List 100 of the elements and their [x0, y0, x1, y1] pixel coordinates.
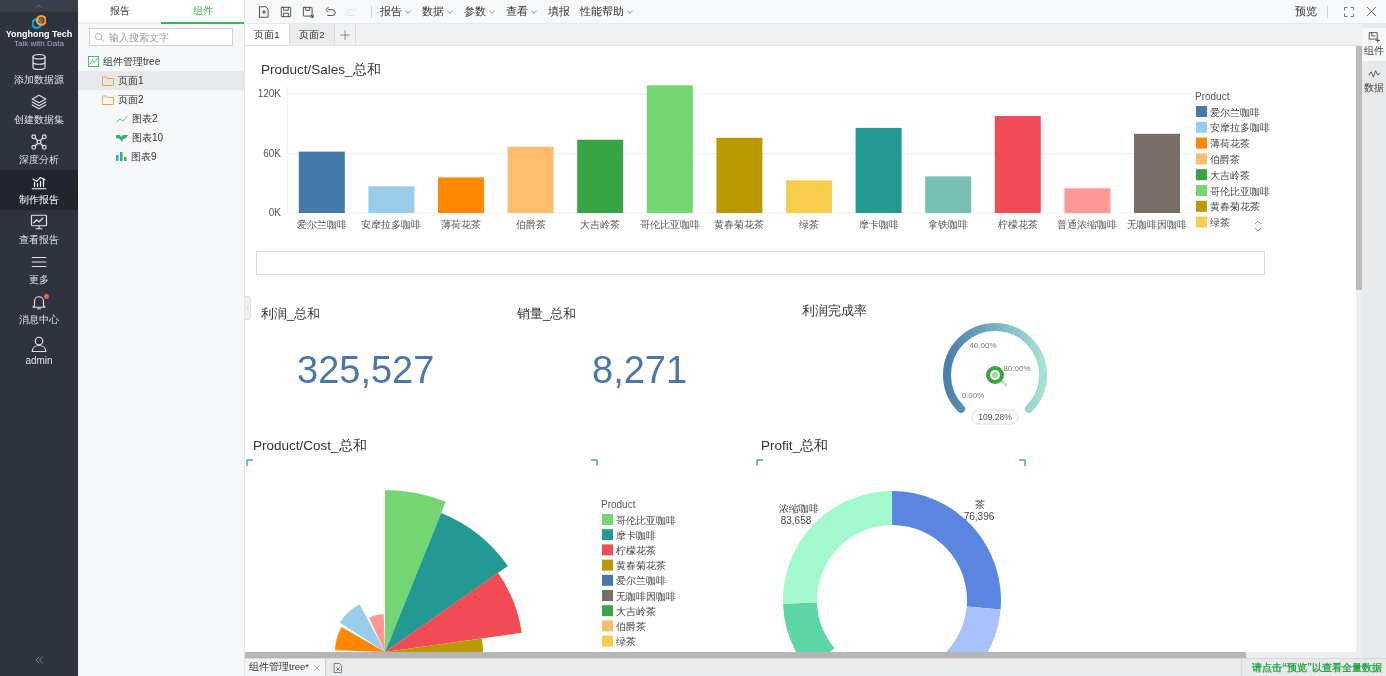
legend-item[interactable]: 哥伦比亚咖啡: [602, 514, 676, 526]
bar[interactable]: [298, 151, 345, 213]
kpi-value: 325,527: [297, 349, 435, 392]
donut-slice[interactable]: [892, 491, 1001, 610]
legend-item[interactable]: 黄春菊花茶: [602, 559, 666, 572]
panel-tab[interactable]: 报告: [78, 0, 161, 24]
horizontal-scrollbar[interactable]: [245, 652, 1362, 658]
chevron-left-icon: [245, 304, 250, 312]
collapse-handle[interactable]: [245, 296, 251, 320]
axis-label: 哥伦比亚咖啡: [639, 219, 700, 230]
nav-item[interactable]: 制作报告: [0, 170, 78, 210]
legend-item[interactable]: 绿茶: [602, 635, 636, 648]
legend-item[interactable]: 伯爵茶: [602, 620, 646, 632]
rose-slice[interactable]: [339, 604, 385, 652]
nav-item[interactable]: 更多: [0, 250, 78, 290]
rose-slice[interactable]: [385, 490, 446, 652]
donut-slice[interactable]: [783, 602, 835, 652]
nav-item[interactable]: admin: [0, 330, 78, 370]
bar[interactable]: [716, 137, 763, 213]
bar[interactable]: [577, 139, 624, 213]
preview-button[interactable]: 预览: [1295, 4, 1317, 19]
rose-slice[interactable]: [335, 627, 385, 652]
legend-item[interactable]: 哥伦比亚咖啡: [1196, 185, 1270, 197]
slice-value: 76,396: [963, 511, 995, 522]
legend-item[interactable]: 伯爵茶: [1196, 153, 1240, 165]
bar[interactable]: [925, 176, 972, 213]
side-tab[interactable]: 数据: [1362, 65, 1386, 98]
nav-item[interactable]: 深度分析: [0, 130, 78, 170]
menu-button[interactable]: 性能帮助: [580, 4, 634, 19]
rose-slice[interactable]: [368, 614, 385, 652]
nav-item[interactable]: 添加数据源: [0, 50, 78, 90]
legend-item[interactable]: 爱尔兰咖啡: [1196, 106, 1260, 118]
corner-bracket-icon: [246, 459, 254, 467]
page-tab[interactable]: 页面2: [290, 24, 335, 45]
collapse-up-button[interactable]: [0, 0, 78, 12]
menu-button[interactable]: 查看: [506, 4, 538, 19]
scroll-arrows-icon[interactable]: [1254, 220, 1262, 232]
legend-item[interactable]: 柠檬花茶: [602, 544, 656, 556]
legend-item[interactable]: 爱尔兰咖啡: [602, 574, 666, 587]
page-tab[interactable]: 页面1: [245, 24, 290, 45]
bar[interactable]: [855, 127, 902, 213]
empty-component-box[interactable]: [256, 251, 1265, 275]
nav-item[interactable]: 创建数据集: [0, 90, 78, 130]
vertical-scrollbar[interactable]: [1356, 46, 1362, 652]
tree-item[interactable]: 组件管理tree: [78, 52, 244, 71]
nav-item[interactable]: 消息中心: [0, 290, 78, 330]
caret-icon: [488, 7, 496, 16]
document-tab[interactable]: 组件管理tree*: [245, 659, 327, 676]
axis-label: 绿茶: [799, 219, 819, 230]
collapse-sidebar-button[interactable]: [33, 654, 45, 666]
axis-label: 薄荷花茶: [441, 219, 481, 230]
gauge-reading: 109.28%: [971, 409, 1019, 425]
menu-button[interactable]: 数据: [422, 4, 454, 19]
nav-item[interactable]: 查看报告: [0, 210, 78, 250]
axis-label: 普通浓缩咖啡: [1057, 219, 1118, 230]
legend-item[interactable]: 绿茶: [1196, 216, 1230, 229]
search-icon: [94, 32, 105, 43]
axis-label: 拿铁咖啡: [928, 219, 969, 230]
bar[interactable]: [646, 85, 693, 213]
folder-icon: [102, 94, 114, 105]
close-icon: [1364, 5, 1378, 18]
kpi-title: 利润_总和: [261, 305, 321, 323]
axis-label: 柠檬花茶: [997, 219, 1038, 230]
bar-chart-icon: [116, 152, 127, 161]
rose-slice[interactable]: [385, 572, 522, 652]
legend-item[interactable]: 大吉岭茶: [602, 605, 656, 617]
legend-item[interactable]: 无咖啡因咖啡: [602, 590, 676, 602]
search-field[interactable]: 输入搜索文字: [89, 28, 233, 46]
bar[interactable]: [994, 116, 1041, 213]
line-chart-icon: [116, 114, 128, 123]
menu-button[interactable]: 填报: [548, 4, 570, 19]
chart-title: Product/Sales_总和: [261, 61, 381, 79]
legend-item[interactable]: 大吉岭茶: [1196, 169, 1250, 181]
chart-title: Profit_总和: [761, 437, 829, 455]
tree-item[interactable]: 图表10: [78, 128, 244, 147]
legend-item[interactable]: 安摩拉多咖啡: [1196, 121, 1270, 134]
side-tab[interactable]: 组件: [1362, 28, 1386, 61]
tree-item[interactable]: 图表9: [78, 147, 244, 166]
tree-item[interactable]: 页面1: [78, 71, 244, 90]
legend-item[interactable]: 黄春菊花茶: [1196, 200, 1260, 213]
legend-item[interactable]: 薄荷花茶: [1196, 137, 1250, 150]
axis-label: 黄春菊花茶: [714, 219, 765, 230]
tree-item[interactable]: 页面2: [78, 90, 244, 109]
legend-item[interactable]: 摩卡咖啡: [602, 529, 656, 541]
gauge-title: 利润完成率: [802, 302, 867, 320]
tree-item[interactable]: 图表2: [78, 109, 244, 128]
axis-label: 无咖啡因咖啡: [1127, 219, 1187, 230]
fullscreen-icon: [1343, 5, 1355, 18]
plus-icon: [339, 28, 351, 41]
chevron-up-icon: [33, 2, 45, 10]
status-message: 请点击“预览”以查看全量数据: [1241, 659, 1386, 676]
close-tab-button[interactable]: [313, 663, 322, 672]
axis-label: 伯爵茶: [515, 219, 546, 230]
component-icon: [1367, 31, 1381, 44]
menu-button[interactable]: 参数: [464, 4, 496, 19]
menu-button[interactable]: 报告: [380, 4, 412, 19]
bar[interactable]: [1064, 188, 1111, 214]
database-icon: [30, 53, 48, 71]
caret-icon: [446, 7, 454, 16]
rose-slice[interactable]: [385, 512, 508, 652]
